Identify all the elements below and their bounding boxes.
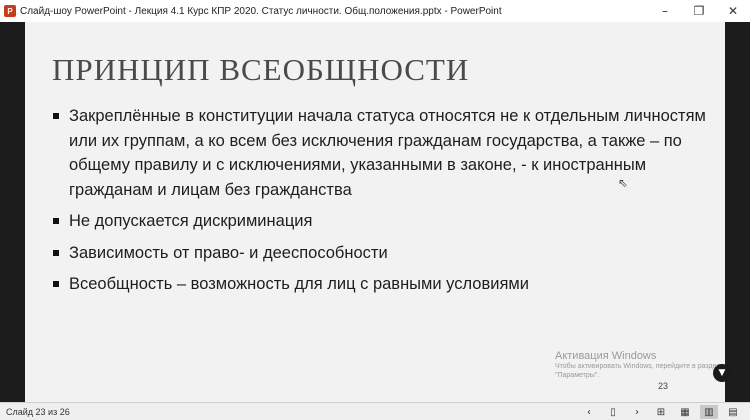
- watermark-line2: "Параметры".: [555, 372, 600, 379]
- chevron-right-icon[interactable]: ›: [628, 405, 646, 419]
- scroll-down-button[interactable]: ▼: [713, 364, 731, 382]
- status-bar: Слайд 23 из 26 ‹ ▯ › ⊞ ▦ ▥ ▤: [0, 402, 750, 420]
- bullet-item: Закреплённые в конституции начала статус…: [53, 104, 713, 202]
- bullet-item: Всеобщность – возможность для лиц с равн…: [53, 272, 713, 297]
- slideshow-icon[interactable]: ▤: [724, 405, 742, 419]
- chevron-left-icon[interactable]: ‹: [580, 405, 598, 419]
- close-button[interactable]: ✕: [716, 0, 750, 22]
- powerpoint-window: P Слайд-шоу PowerPoint - Лекция 4.1 Курс…: [0, 0, 750, 420]
- pen-icon[interactable]: ▯: [604, 405, 622, 419]
- bullet-item: Не допускается дискриминация: [53, 209, 713, 234]
- status-icons: ‹ ▯ › ⊞ ▦ ▥ ▤: [580, 403, 742, 420]
- bullet-text: Зависимость от право- и дееспособности: [69, 243, 388, 262]
- bullet-list: Закреплённые в конституции начала статус…: [53, 104, 713, 304]
- window-controls: – ❐ ✕: [648, 0, 750, 22]
- reading-view-icon[interactable]: ▥: [700, 405, 718, 419]
- slide-counter: Слайд 23 из 26: [6, 407, 70, 417]
- bullet-text: Всеобщность – возможность для лиц с равн…: [69, 275, 529, 293]
- bullet-square-icon: [53, 113, 59, 119]
- watermark-line1: Чтобы активировать Windows, перейдите в …: [555, 363, 721, 370]
- watermark-title: Активация Windows: [555, 350, 657, 362]
- grid-icon[interactable]: ⊞: [652, 405, 670, 419]
- slide-title: ПРИНЦИП ВСЕОБЩНОСТИ: [52, 52, 470, 87]
- windows-activation-watermark: Активация Windows Чтобы активировать Win…: [555, 350, 720, 380]
- bullet-text: Закреплённые в конституции начала статус…: [69, 107, 706, 199]
- slide-sorter-icon[interactable]: ▦: [676, 405, 694, 419]
- mouse-cursor-icon: ⇖: [618, 176, 629, 190]
- minimize-button[interactable]: –: [648, 0, 682, 22]
- bullet-item: Зависимость от право- и дееспособности: [53, 241, 713, 266]
- title-bar: P Слайд-шоу PowerPoint - Лекция 4.1 Курс…: [0, 0, 750, 23]
- powerpoint-app-icon: P: [4, 5, 16, 17]
- bullet-square-icon: [53, 249, 59, 256]
- bullet-square-icon: [53, 218, 59, 224]
- bullet-text: Не допускается дискриминация: [69, 212, 313, 230]
- bullet-square-icon: [53, 281, 59, 287]
- slideshow-area: ПРИНЦИП ВСЕОБЩНОСТИ Закреплённые в конст…: [0, 22, 750, 402]
- window-title: Слайд-шоу PowerPoint - Лекция 4.1 Курс К…: [20, 5, 502, 17]
- slide[interactable]: ПРИНЦИП ВСЕОБЩНОСТИ Закреплённые в конст…: [25, 22, 731, 402]
- slide-number: 23: [658, 381, 669, 391]
- restore-button[interactable]: ❐: [682, 0, 716, 22]
